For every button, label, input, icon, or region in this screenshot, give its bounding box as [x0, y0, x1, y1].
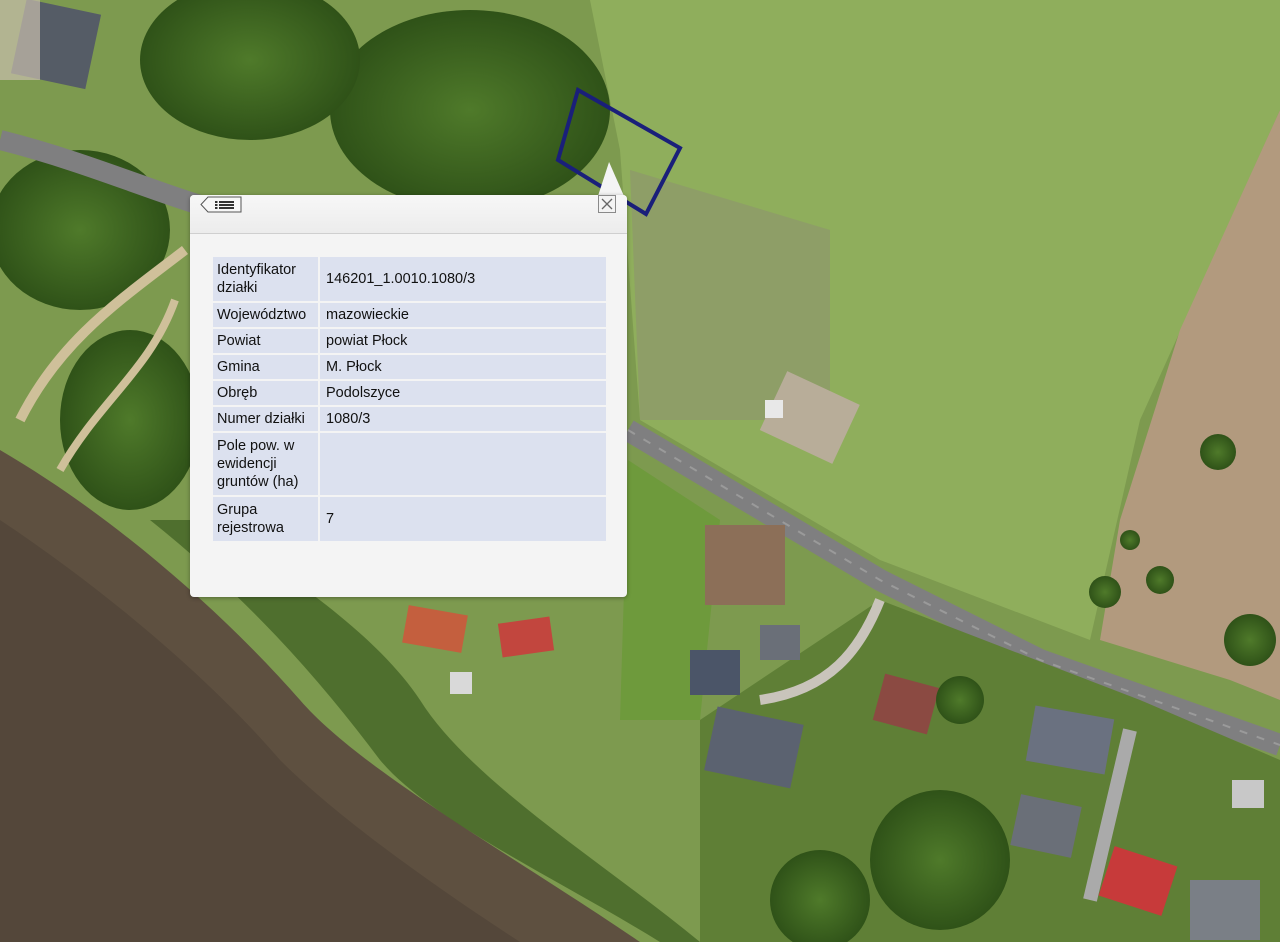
attribute-value: mazowieckie	[320, 303, 606, 327]
close-icon[interactable]	[598, 195, 616, 213]
table-row: Pole pow. w ewidencji gruntów (ha)	[213, 433, 606, 495]
list-icon[interactable]	[200, 196, 242, 213]
attribute-value: Podolszyce	[320, 381, 606, 405]
attribute-name: Województwo	[213, 303, 320, 327]
attribute-value	[320, 433, 606, 495]
table-row: Województwo mazowieckie	[213, 303, 606, 327]
attribute-value: M. Płock	[320, 355, 606, 379]
table-row: Gmina M. Płock	[213, 355, 606, 379]
popup-header	[190, 195, 627, 234]
attribute-name: Pole pow. w ewidencji gruntów (ha)	[213, 433, 320, 495]
parcel-attribute-table: Identyfikator działki 146201_1.0010.1080…	[213, 255, 606, 543]
table-row: Powiat powiat Płock	[213, 329, 606, 353]
attribute-value: powiat Płock	[320, 329, 606, 353]
table-row: Obręb Podolszyce	[213, 381, 606, 405]
attribute-value: 146201_1.0010.1080/3	[320, 257, 606, 301]
table-row: Numer działki 1080/3	[213, 407, 606, 431]
attribute-name: Powiat	[213, 329, 320, 353]
table-row: Grupa rejestrowa 7	[213, 497, 606, 541]
attribute-name: Obręb	[213, 381, 320, 405]
parcel-info-popup: Identyfikator działki 146201_1.0010.1080…	[190, 195, 627, 597]
attribute-value: 1080/3	[320, 407, 606, 431]
attribute-name: Gmina	[213, 355, 320, 379]
attribute-name: Identyfikator działki	[213, 257, 320, 301]
attribute-name: Numer działki	[213, 407, 320, 431]
table-row: Identyfikator działki 146201_1.0010.1080…	[213, 257, 606, 301]
attribute-value: 7	[320, 497, 606, 541]
attribute-name: Grupa rejestrowa	[213, 497, 320, 541]
